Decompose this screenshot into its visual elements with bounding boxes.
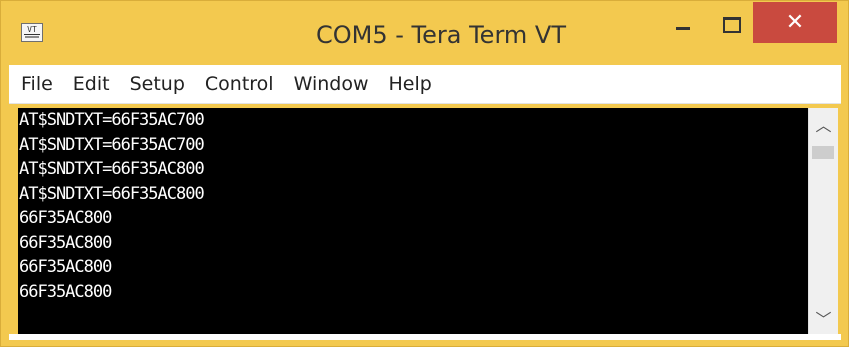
- scroll-down-icon[interactable]: ﹀: [809, 306, 838, 334]
- terminal-line: 66F35AC800: [19, 232, 112, 253]
- menu-help[interactable]: Help: [379, 65, 442, 103]
- maximize-icon: [723, 17, 741, 33]
- terminal-line: AT$SNDTXT=66F35AC700: [19, 134, 205, 155]
- close-icon: ✕: [785, 10, 805, 35]
- maximize-button[interactable]: [709, 5, 753, 43]
- minimize-button[interactable]: [661, 5, 705, 43]
- scroll-up-icon[interactable]: ︿: [809, 112, 838, 140]
- menu-edit[interactable]: Edit: [63, 65, 120, 103]
- menu-window[interactable]: Window: [284, 65, 379, 103]
- terminal-output[interactable]: AT$SNDTXT=66F35AC700 AT$SNDTXT=66F35AC70…: [18, 108, 808, 334]
- terminal-line: 66F35AC800: [19, 281, 112, 302]
- terminal-line: AT$SNDTXT=66F35AC700: [19, 110, 205, 130]
- terminal-line: 66F35AC800: [19, 208, 112, 228]
- tera-term-app-icon[interactable]: VT: [21, 23, 43, 42]
- window-title: COM5 - Tera Term VT: [316, 21, 566, 49]
- menu-file[interactable]: File: [9, 65, 63, 103]
- vertical-scrollbar[interactable]: ︿ ﹀: [808, 108, 838, 334]
- terminal-line: AT$SNDTXT=66F35AC800: [19, 159, 205, 179]
- terminal-line: 66F35AC800: [19, 257, 112, 277]
- scrollbar-thumb[interactable]: [812, 146, 834, 159]
- window-bottom-border: [9, 334, 841, 340]
- app-icon-glyph: VT: [24, 26, 40, 35]
- menu-control[interactable]: Control: [195, 65, 284, 103]
- tera-term-window: VT COM5 - Tera Term VT ✕ File Edit Setup…: [0, 0, 849, 347]
- menu-bar: File Edit Setup Control Window Help: [9, 65, 841, 104]
- title-bar[interactable]: VT COM5 - Tera Term VT ✕: [1, 1, 848, 65]
- menu-setup[interactable]: Setup: [120, 65, 195, 103]
- minimize-icon: [676, 27, 690, 30]
- close-button[interactable]: ✕: [753, 2, 837, 43]
- app-icon-bar: [25, 36, 39, 38]
- terminal-line: AT$SNDTXT=66F35AC800: [19, 183, 205, 204]
